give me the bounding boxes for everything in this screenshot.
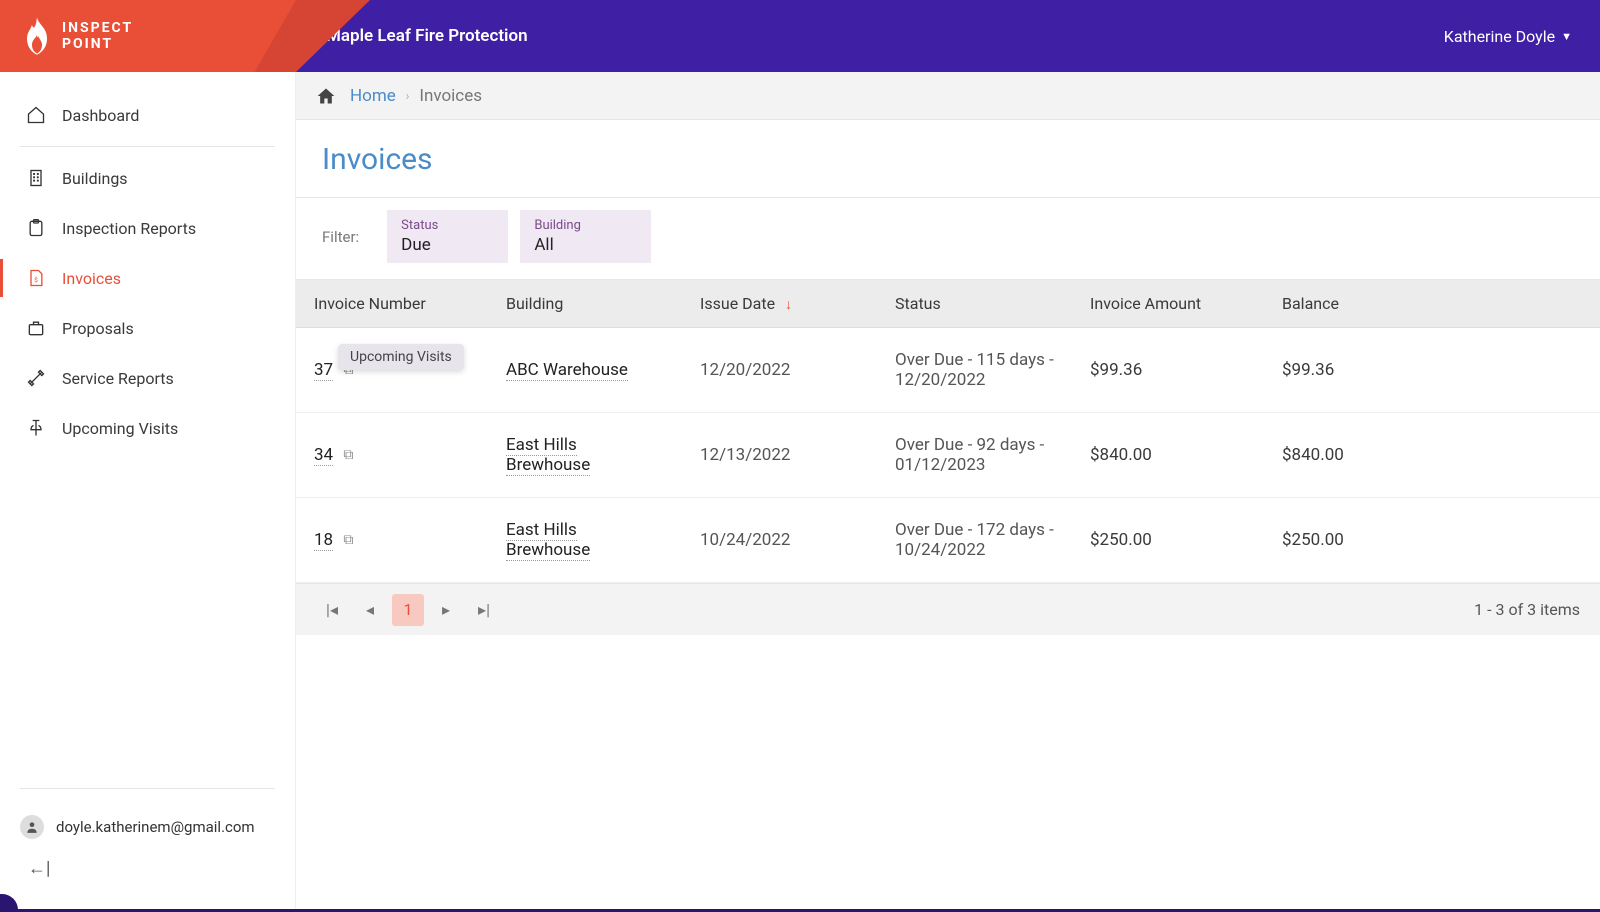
- invoice-icon: $: [26, 268, 46, 288]
- filter-label: Filter:: [322, 228, 359, 246]
- pager-page-current[interactable]: 1: [392, 594, 424, 626]
- tooltip-upcoming-visits: Upcoming Visits: [338, 344, 464, 370]
- home-icon: [26, 105, 46, 125]
- sidebar-item-label: Inspection Reports: [62, 219, 196, 238]
- page-title: Invoices: [296, 120, 1600, 197]
- brand-logo[interactable]: INSPECT POINT: [0, 0, 296, 72]
- invoice-link[interactable]: 18: [314, 530, 333, 551]
- col-status[interactable]: Status: [877, 280, 1072, 328]
- building-link[interactable]: East Hills Brewhouse: [506, 520, 590, 561]
- col-balance[interactable]: Balance: [1264, 280, 1600, 328]
- table-row: 37 ⧉ ABC Warehouse 12/20/2022 Over Due -…: [296, 328, 1600, 413]
- nav-separator: [20, 146, 275, 147]
- pager-prev[interactable]: ◂: [354, 594, 386, 626]
- pin-icon: [26, 418, 46, 438]
- external-link-icon[interactable]: ⧉: [343, 447, 353, 463]
- sidebar-item-label: Service Reports: [62, 369, 174, 388]
- cell-status: Over Due - 92 days - 01/12/2023: [877, 413, 1072, 498]
- sidebar-item-invoices[interactable]: $ Invoices: [0, 253, 295, 303]
- cell-amount: $99.36: [1072, 328, 1264, 413]
- cell-issue-date: 12/20/2022: [682, 328, 877, 413]
- briefcase-icon: [26, 318, 46, 338]
- cell-balance: $250.00: [1264, 498, 1600, 583]
- cell-issue-date: 12/13/2022: [682, 413, 877, 498]
- pager-last[interactable]: ▸|: [468, 594, 500, 626]
- clipboard-icon: [26, 218, 46, 238]
- external-link-icon[interactable]: ⧉: [343, 532, 353, 548]
- breadcrumb-current: Invoices: [419, 86, 482, 106]
- pagination-info: 1 - 3 of 3 items: [1474, 600, 1580, 619]
- sidebar-item-proposals[interactable]: Proposals: [0, 303, 295, 353]
- filter-status-label: Status: [401, 218, 438, 233]
- sidebar-item-inspection-reports[interactable]: Inspection Reports: [0, 203, 295, 253]
- table-row: 34 ⧉ East Hills Brewhouse 12/13/2022 Ove…: [296, 413, 1600, 498]
- sidebar-item-buildings[interactable]: Buildings: [0, 153, 295, 203]
- filter-status-value: Due: [401, 235, 438, 255]
- sidebar-user-email: doyle.katherinem@gmail.com: [56, 818, 255, 836]
- flame-icon: [22, 17, 52, 55]
- cell-balance: $840.00: [1264, 413, 1600, 498]
- col-building[interactable]: Building: [488, 280, 682, 328]
- user-name: Katherine Doyle: [1444, 27, 1555, 46]
- filter-bar: Filter: Status Due Building All: [296, 197, 1600, 279]
- main-content: Invoices Filter: Status Due Building All…: [296, 120, 1600, 912]
- sidebar-item-service-reports[interactable]: Service Reports: [0, 353, 295, 403]
- invoices-table: Invoice Number Building Issue Date↓ Stat…: [296, 279, 1600, 635]
- sidebar-item-upcoming-visits[interactable]: Upcoming Visits: [0, 403, 295, 453]
- cell-status: Over Due - 115 days - 12/20/2022: [877, 328, 1072, 413]
- tools-icon: [26, 368, 46, 388]
- cell-status: Over Due - 172 days - 10/24/2022: [877, 498, 1072, 583]
- col-issue-date[interactable]: Issue Date↓: [682, 280, 877, 328]
- filter-building-label: Building: [534, 218, 581, 233]
- building-link[interactable]: ABC Warehouse: [506, 360, 628, 381]
- invoice-link[interactable]: 37: [314, 360, 333, 381]
- svg-text:$: $: [34, 276, 38, 284]
- sort-desc-icon: ↓: [785, 297, 792, 313]
- building-link[interactable]: East Hills Brewhouse: [506, 435, 590, 476]
- cell-balance: $99.36: [1264, 328, 1600, 413]
- chevron-right-icon: ›: [406, 89, 410, 103]
- sidebar-item-label: Dashboard: [62, 106, 139, 125]
- sidebar-item-label: Invoices: [62, 269, 121, 288]
- filter-building-value: All: [534, 235, 581, 255]
- cell-amount: $250.00: [1072, 498, 1264, 583]
- filter-building[interactable]: Building All: [520, 210, 651, 263]
- cell-amount: $840.00: [1072, 413, 1264, 498]
- sidebar-user[interactable]: doyle.katherinem@gmail.com: [20, 788, 275, 848]
- brand-text: INSPECT POINT: [62, 20, 133, 52]
- pagination: |◂ ◂ 1 ▸ ▸| 1 - 3 of 3 items: [296, 583, 1600, 635]
- invoice-link[interactable]: 34: [314, 445, 333, 466]
- breadcrumb-home[interactable]: Home: [350, 86, 396, 106]
- pager-first[interactable]: |◂: [316, 594, 348, 626]
- col-invoice-number[interactable]: Invoice Number: [296, 280, 488, 328]
- arrow-left-icon: ←|: [28, 858, 50, 879]
- building-icon: [26, 168, 46, 188]
- avatar-icon: [20, 815, 44, 839]
- sidebar-item-label: Proposals: [62, 319, 134, 338]
- sidebar-item-label: Upcoming Visits: [62, 419, 178, 438]
- sidebar: Dashboard Buildings Inspection Reports $…: [0, 72, 296, 912]
- sidebar-item-label: Buildings: [62, 169, 128, 188]
- table-row: 18 ⧉ East Hills Brewhouse 10/24/2022 Ove…: [296, 498, 1600, 583]
- home-icon[interactable]: [316, 86, 336, 106]
- sidebar-item-dashboard[interactable]: Dashboard: [0, 90, 295, 140]
- breadcrumb: Home › Invoices: [296, 72, 1600, 120]
- cell-issue-date: 10/24/2022: [682, 498, 877, 583]
- collapse-sidebar-button[interactable]: ←|: [20, 848, 275, 888]
- caret-down-icon: ▼: [1561, 30, 1572, 43]
- user-menu[interactable]: Katherine Doyle ▼: [1444, 27, 1572, 46]
- col-invoice-amount[interactable]: Invoice Amount: [1072, 280, 1264, 328]
- filter-status[interactable]: Status Due: [387, 210, 508, 263]
- pager-next[interactable]: ▸: [430, 594, 462, 626]
- org-name: Maple Leaf Fire Protection: [326, 26, 528, 46]
